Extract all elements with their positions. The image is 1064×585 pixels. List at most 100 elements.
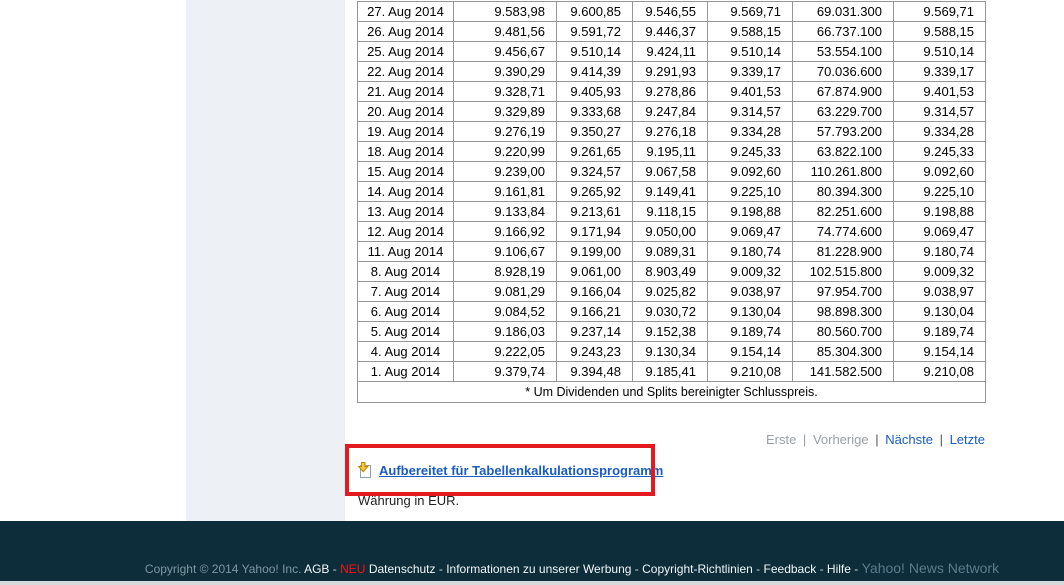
table-cell: 9.084,52 [453,301,557,322]
table-cell: 9.222,05 [453,341,557,362]
footer-separator: - [854,562,859,576]
table-cell: 9.061,00 [556,261,633,282]
footer-link-werbung[interactable]: Informationen zu unserer Werbung [446,562,631,576]
footer-separator: - [332,562,337,576]
table-row: 25. Aug 2014 9.456,67 9.510,14 9.424,11 9.51… [357,41,986,62]
table-cell: 9.339,17 [893,61,986,82]
table-cell: 9.186,03 [453,321,557,342]
currency-note: Währung in EUR. [358,493,460,508]
table-cell: 9.314,57 [893,101,986,122]
table-cell: 20. Aug 2014 [357,101,454,122]
footer-links-bar: Copyright © 2014 Yahoo! Inc. AGB - NEU D… [0,521,1064,576]
table-cell: 53.554.100 [792,41,894,62]
table-cell: 9.210,08 [893,361,986,382]
table-cell: 9.245,33 [707,141,793,162]
table-cell: 9.401,53 [707,81,793,102]
table-cell: 26. Aug 2014 [357,21,454,42]
table-cell: 9.149,41 [632,181,708,202]
table-cell: 8. Aug 2014 [357,261,454,282]
table-cell: 9.198,88 [707,201,793,222]
table-cell: 9.213,61 [556,201,633,222]
table-cell: 9.324,57 [556,161,633,182]
table-cell: 9.130,04 [893,301,986,322]
spreadsheet-download-link[interactable]: Aufbereitet für Tabellenkalkulationsprog… [379,463,663,478]
table-cell: 9.481,56 [453,21,557,42]
footer-separator: - [438,562,443,576]
table-cell: 9.199,00 [556,241,633,262]
pagination: Erste | Vorherige | Nächste | Letzte [357,432,985,447]
footnote-row: * Um Dividenden und Splits bereinigter S… [357,381,986,403]
table-cell: 6. Aug 2014 [357,301,454,322]
table-row: 13. Aug 2014 9.133,84 9.213,61 9.118,15 9.19… [357,201,986,222]
table-cell: 9.328,71 [453,81,557,102]
adjusted-close-footnote: * Um Dividenden und Splits bereinigter S… [357,381,986,403]
historical-prices-table: 27. Aug 2014 9.583,98 9.600,85 9.546,55 9.56… [357,1,986,403]
footer-link-datenschutz[interactable]: Datenschutz [369,562,436,576]
table-cell: 5. Aug 2014 [357,321,454,342]
table-cell: 9.314,57 [707,101,793,122]
table-cell: 9.276,18 [632,121,708,142]
table-cell: 9.092,60 [893,161,986,182]
table-cell: 9.185,41 [632,361,708,382]
table-cell: 9.154,14 [707,341,793,362]
table-cell: 9.195,11 [632,141,708,162]
table-cell: 9.588,15 [893,21,986,42]
table-cell: 9.414,39 [556,61,633,82]
table-cell: 9.089,31 [632,241,708,262]
table-cell: 9.291,93 [632,61,708,82]
table-row: 26. Aug 2014 9.481,56 9.591,72 9.446,37 9.58… [357,21,986,42]
table-cell: 9.130,34 [632,341,708,362]
yahoo-news-network-link[interactable]: Yahoo! News Network [862,560,999,576]
table-cell: 9.025,82 [632,281,708,302]
table-cell: 9.130,04 [707,301,793,322]
table-cell: 9.081,29 [453,281,557,302]
table-cell: 70.036.600 [792,61,894,82]
table-cell: 9.339,17 [707,61,793,82]
table-row: 20. Aug 2014 9.329,89 9.333,68 9.247,84 9.31… [357,101,986,122]
table-cell: 63.822.100 [792,141,894,162]
table-row: 7. Aug 2014 9.081,29 9.166,04 9.025,82 9.038… [357,281,986,302]
footer-link-agb[interactable]: AGB [304,562,329,576]
table-row: 19. Aug 2014 9.276,19 9.350,27 9.276,18 9.33… [357,121,986,142]
table-cell: 9.510,14 [893,41,986,62]
table-cell: 82.251.600 [792,201,894,222]
footer-link-hilfe[interactable]: Hilfe [827,562,851,576]
table-cell: 9.050,00 [632,221,708,242]
table-cell: 9.569,71 [893,1,986,22]
table-cell: 18. Aug 2014 [357,141,454,162]
table-cell: 9.510,14 [707,41,793,62]
table-cell: 9.591,72 [556,21,633,42]
table-cell: 9.390,29 [453,61,557,82]
table-cell: 7. Aug 2014 [357,281,454,302]
table-cell: 9.333,68 [556,101,633,122]
table-cell: 8.928,19 [453,261,557,282]
footer-link-copyright-richtlinien[interactable]: Copyright-Richtlinien [642,562,753,576]
table-cell: 98.898.300 [792,301,894,322]
footer-separator: - [819,562,824,576]
table-cell: 69.031.300 [792,1,894,22]
table-row: 1. Aug 2014 9.379,74 9.394,48 9.185,41 9.210… [357,361,986,382]
table-cell: 9.030,72 [632,301,708,322]
table-cell: 80.560.700 [792,321,894,342]
table-cell: 9.118,15 [632,201,708,222]
pagination-separator: | [802,432,807,447]
table-row: 15. Aug 2014 9.239,00 9.324,57 9.067,58 9.09… [357,161,986,182]
table-cell: 9.424,11 [632,41,708,62]
pagination-separator: | [939,432,943,447]
table-cell: 9.569,71 [707,1,793,22]
table-cell: 9.334,28 [893,121,986,142]
table-cell: 9.154,14 [893,341,986,362]
table-cell: 12. Aug 2014 [357,221,454,242]
table-cell: 9.166,92 [453,221,557,242]
table-cell: 22. Aug 2014 [357,61,454,82]
table-cell: 9.133,84 [453,201,557,222]
sidebar-panel [186,0,345,521]
table-row: 21. Aug 2014 9.328,71 9.405,93 9.278,86 9.40… [357,81,986,102]
table-cell: 9.166,21 [556,301,633,322]
table-cell: 9.446,37 [632,21,708,42]
footer-link-feedback[interactable]: Feedback [764,562,817,576]
table-cell: 110.261.800 [792,161,894,182]
table-cell: 15. Aug 2014 [357,161,454,182]
pagination-last[interactable]: Letzte [950,432,985,447]
pagination-next[interactable]: Nächste [885,432,933,447]
